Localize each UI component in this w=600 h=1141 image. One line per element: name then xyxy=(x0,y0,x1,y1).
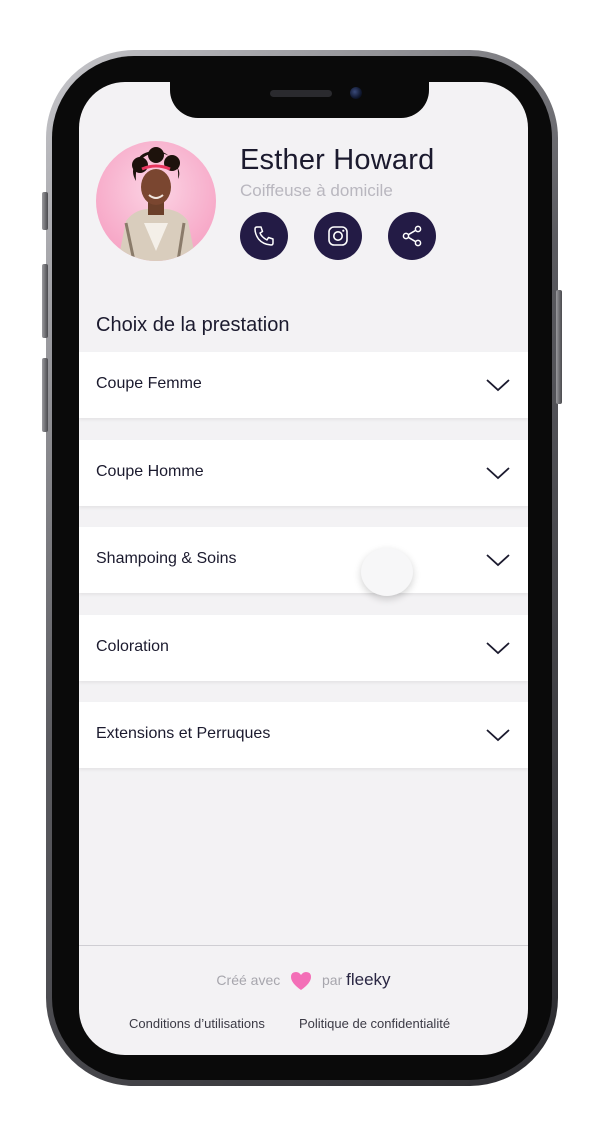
volume-down-button xyxy=(42,358,48,432)
camera-icon xyxy=(350,87,362,99)
made-with-prefix: Créé avec xyxy=(216,972,281,988)
avatar xyxy=(96,141,216,261)
heart-icon xyxy=(291,972,312,991)
section-title: Choix de la prestation xyxy=(96,314,290,336)
chevron-down-icon xyxy=(486,554,510,567)
service-row-shampoing-soins[interactable]: Shampoing & Soins xyxy=(79,527,528,593)
chevron-down-icon xyxy=(486,467,510,480)
profile-subtitle: Coiffeuse à domicile xyxy=(240,181,393,200)
service-row-coupe-femme[interactable]: Coupe Femme xyxy=(79,352,528,418)
service-label: Coupe Femme xyxy=(96,375,202,392)
service-row-extensions-perruques[interactable]: Extensions et Perruques xyxy=(79,702,528,768)
chevron-down-icon xyxy=(486,642,510,655)
phone-screen: Esther Howard Coiffeuse à domicile Choix… xyxy=(79,82,528,1055)
chevron-down-icon xyxy=(486,379,510,392)
footer-divider xyxy=(79,945,528,946)
power-button xyxy=(556,290,562,404)
profile-name: Esther Howard xyxy=(240,144,435,176)
service-row-coloration[interactable]: Coloration xyxy=(79,615,528,681)
speaker-grille xyxy=(270,90,332,97)
service-label: Coupe Homme xyxy=(96,463,204,480)
service-label: Extensions et Perruques xyxy=(96,725,271,742)
chevron-down-icon xyxy=(486,729,510,742)
made-with-credit: Créé avec par fleeky xyxy=(79,970,528,991)
service-row-coupe-homme[interactable]: Coupe Homme xyxy=(79,440,528,506)
instagram-icon xyxy=(328,226,348,246)
mute-switch xyxy=(42,192,48,230)
made-with-by: par xyxy=(322,972,343,988)
instagram-button[interactable] xyxy=(314,212,362,260)
phone-icon xyxy=(254,226,274,246)
touch-indicator xyxy=(361,548,413,596)
share-icon xyxy=(402,225,422,247)
terms-link[interactable]: Conditions d’utilisations xyxy=(129,1016,265,1031)
volume-up-button xyxy=(42,264,48,338)
privacy-link[interactable]: Politique de confidentialité xyxy=(299,1016,450,1031)
call-button[interactable] xyxy=(240,212,288,260)
phone-notch xyxy=(170,82,429,118)
service-label: Shampoing & Soins xyxy=(96,550,237,567)
service-label: Coloration xyxy=(96,638,169,655)
brand-link[interactable]: fleeky xyxy=(346,970,390,989)
share-button[interactable] xyxy=(388,212,436,260)
